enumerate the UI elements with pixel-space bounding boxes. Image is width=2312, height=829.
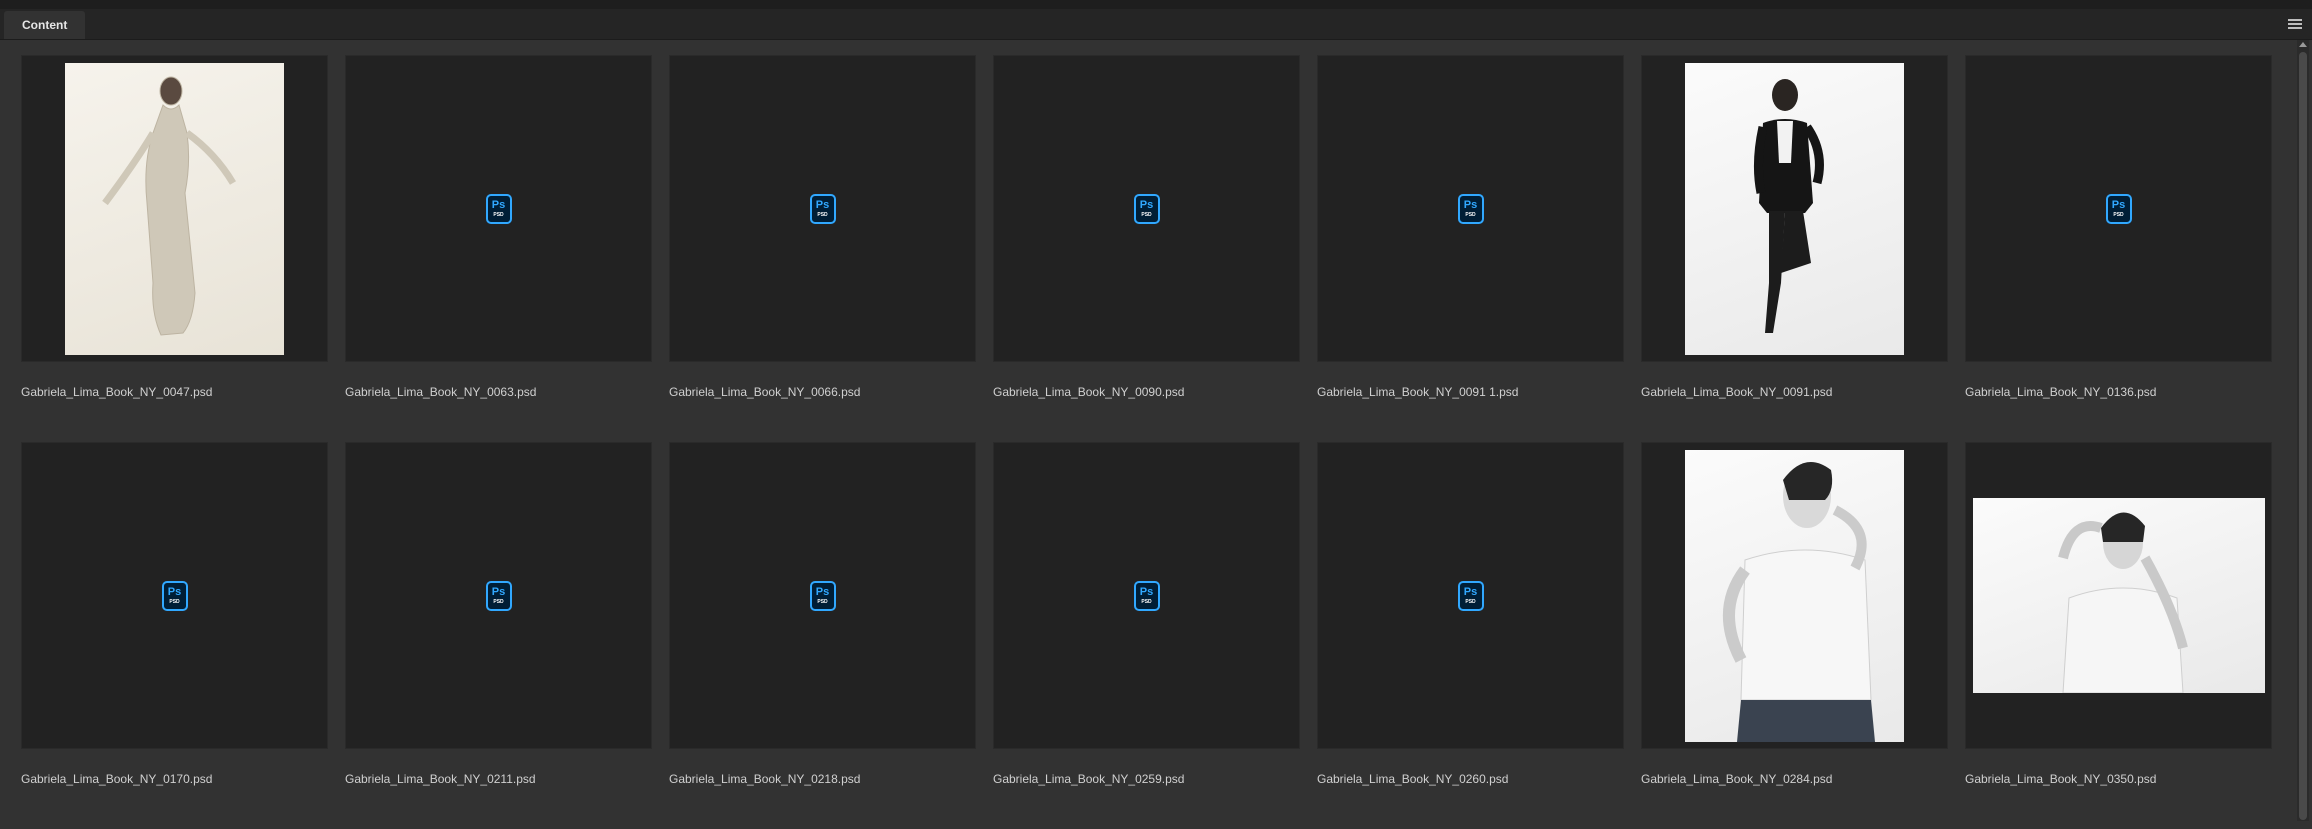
psd-icon-label: PSD [1465, 211, 1476, 218]
scroll-up-arrow-icon[interactable] [2299, 42, 2307, 47]
psd-icon-label: PSD [2113, 211, 2124, 218]
item-filename: Gabriela_Lima_Book_NY_0284.psd [1641, 772, 1833, 786]
item-thumbnail[interactable]: Ps PSD [1317, 442, 1624, 749]
psd-icon-label: PSD [817, 211, 828, 218]
psd-icon-label: PSD [1141, 598, 1152, 605]
item-filename: Gabriela_Lima_Book_NY_0259.psd [993, 772, 1185, 786]
item-thumbnail[interactable]: Ps PSD [993, 55, 1300, 362]
ps-icon-label: Ps [167, 585, 182, 598]
ps-icon-label: Ps [1139, 198, 1154, 211]
panel-menu-button[interactable] [2288, 17, 2302, 31]
content-grid: Gabriela_Lima_Book_NY_0047.psd Ps PSD Gabri… [21, 55, 2293, 829]
item-filename: Gabriela_Lima_Book_NY_0090.psd [993, 385, 1185, 399]
content-item[interactable]: Ps PSD Gabriela_Lima_Book_NY_0170.psd [21, 442, 328, 829]
item-thumbnail[interactable]: Ps PSD [1317, 55, 1624, 362]
window-top-strip [0, 0, 2312, 9]
photo-preview [1685, 62, 1904, 355]
content-item[interactable]: Ps PSD Gabriela_Lima_Book_NY_0218.psd [669, 442, 976, 829]
ps-icon-label: Ps [1139, 585, 1154, 598]
ps-icon-label: Ps [815, 585, 830, 598]
photo-preview [1972, 498, 2265, 693]
content-item[interactable]: Ps PSD Gabriela_Lima_Book_NY_0259.psd [993, 442, 1300, 829]
content-item[interactable]: Ps PSD Gabriela_Lima_Book_NY_0091 1.psd [1317, 55, 1624, 442]
photoshop-file-icon: Ps PSD [161, 580, 188, 611]
content-item[interactable]: Ps PSD Gabriela_Lima_Book_NY_0136.psd [1965, 55, 2272, 442]
vertical-scrollbar[interactable] [2297, 40, 2309, 821]
item-thumbnail[interactable] [1641, 55, 1948, 362]
item-filename: Gabriela_Lima_Book_NY_0218.psd [669, 772, 861, 786]
hamburger-menu-icon [2288, 19, 2302, 21]
photoshop-file-icon: Ps PSD [1457, 580, 1484, 611]
item-thumbnail[interactable] [1965, 442, 2272, 749]
item-filename: Gabriela_Lima_Book_NY_0063.psd [345, 385, 537, 399]
item-thumbnail[interactable]: Ps PSD [669, 442, 976, 749]
item-thumbnail[interactable] [1641, 442, 1948, 749]
photoshop-file-icon: Ps PSD [485, 193, 512, 224]
item-filename: Gabriela_Lima_Book_NY_0047.psd [21, 385, 213, 399]
ps-icon-label: Ps [491, 198, 506, 211]
content-item[interactable]: Ps PSD Gabriela_Lima_Book_NY_0066.psd [669, 55, 976, 442]
ps-icon-label: Ps [1463, 585, 1478, 598]
content-item[interactable]: Ps PSD Gabriela_Lima_Book_NY_0260.psd [1317, 442, 1624, 829]
photoshop-file-icon: Ps PSD [809, 193, 836, 224]
tab-content[interactable]: Content [4, 11, 86, 39]
psd-icon-label: PSD [817, 598, 828, 605]
photoshop-file-icon: Ps PSD [1133, 193, 1160, 224]
psd-icon-label: PSD [1141, 211, 1152, 218]
item-filename: Gabriela_Lima_Book_NY_0170.psd [21, 772, 213, 786]
photoshop-file-icon: Ps PSD [2105, 193, 2132, 224]
photoshop-file-icon: Ps PSD [809, 580, 836, 611]
item-filename: Gabriela_Lima_Book_NY_0211.psd [345, 772, 536, 786]
content-item[interactable]: Ps PSD Gabriela_Lima_Book_NY_0063.psd [345, 55, 652, 442]
psd-icon-label: PSD [493, 598, 504, 605]
item-thumbnail[interactable]: Ps PSD [993, 442, 1300, 749]
item-filename: Gabriela_Lima_Book_NY_0350.psd [1965, 772, 2157, 786]
content-item[interactable]: Ps PSD Gabriela_Lima_Book_NY_0090.psd [993, 55, 1300, 442]
photoshop-file-icon: Ps PSD [1133, 580, 1160, 611]
item-filename: Gabriela_Lima_Book_NY_0260.psd [1317, 772, 1509, 786]
item-thumbnail[interactable] [21, 55, 328, 362]
ps-icon-label: Ps [491, 585, 506, 598]
content-item[interactable]: Gabriela_Lima_Book_NY_0284.psd [1641, 442, 1948, 829]
scrollbar-thumb[interactable] [2299, 52, 2307, 820]
item-thumbnail[interactable]: Ps PSD [21, 442, 328, 749]
photoshop-file-icon: Ps PSD [485, 580, 512, 611]
ps-icon-label: Ps [2111, 198, 2126, 211]
ps-icon-label: Ps [815, 198, 830, 211]
item-thumbnail[interactable]: Ps PSD [345, 442, 652, 749]
content-item[interactable]: Gabriela_Lima_Book_NY_0047.psd [21, 55, 328, 442]
item-thumbnail[interactable]: Ps PSD [1965, 55, 2272, 362]
item-filename: Gabriela_Lima_Book_NY_0091 1.psd [1317, 385, 1519, 399]
item-filename: Gabriela_Lima_Book_NY_0066.psd [669, 385, 861, 399]
content-item[interactable]: Gabriela_Lima_Book_NY_0091.psd [1641, 55, 1948, 442]
photo-preview [65, 62, 284, 355]
psd-icon-label: PSD [493, 211, 504, 218]
item-thumbnail[interactable]: Ps PSD [345, 55, 652, 362]
content-item[interactable]: Gabriela_Lima_Book_NY_0350.psd [1965, 442, 2272, 829]
photo-preview [1685, 449, 1904, 742]
ps-icon-label: Ps [1463, 198, 1478, 211]
content-item[interactable]: Ps PSD Gabriela_Lima_Book_NY_0211.psd [345, 442, 652, 829]
psd-icon-label: PSD [1465, 598, 1476, 605]
psd-icon-label: PSD [169, 598, 180, 605]
item-filename: Gabriela_Lima_Book_NY_0136.psd [1965, 385, 2157, 399]
photoshop-file-icon: Ps PSD [1457, 193, 1484, 224]
item-thumbnail[interactable]: Ps PSD [669, 55, 976, 362]
panel-tab-bar: Content [0, 9, 2312, 40]
item-filename: Gabriela_Lima_Book_NY_0091.psd [1641, 385, 1833, 399]
